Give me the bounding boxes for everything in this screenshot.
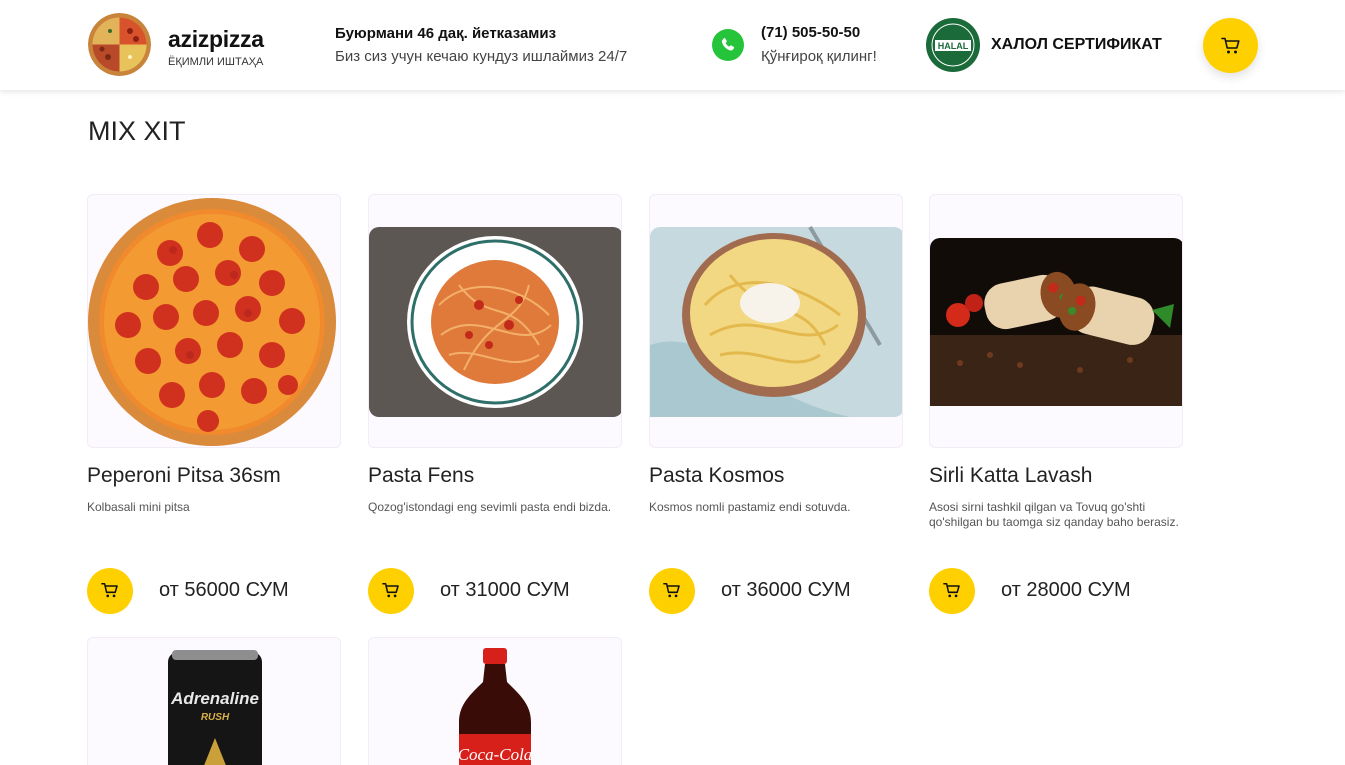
product-name[interactable]: Pasta Fens — [368, 464, 474, 488]
product-price: от 28000 СУМ — [1001, 579, 1131, 601]
product-description: Asosi sirni tashkil qilgan va Tovuq go's… — [929, 500, 1179, 529]
product-image[interactable]: Coca-Cola — [368, 637, 622, 765]
product-description: Kosmos nomli pastamiz endi sotuvda. — [649, 500, 851, 514]
brand-tagline: ЁҚИМЛИ ИШТАҲА — [168, 56, 264, 68]
cart-icon — [943, 582, 960, 598]
phone-call-label: Қўнғироқ қилинг! — [761, 48, 877, 65]
product-description: Qozog'istondagi eng sevimli pasta endi b… — [368, 500, 612, 514]
product-image[interactable] — [368, 194, 622, 448]
product-image[interactable]: Adrenaline RUSH — [87, 637, 341, 765]
halal-certificate-icon: HALAL — [926, 18, 980, 72]
cart-icon — [663, 582, 680, 598]
drink-brand-label: Adrenaline — [170, 689, 259, 708]
product-price: от 31000 СУМ — [440, 579, 570, 601]
add-to-cart-button[interactable] — [929, 568, 975, 614]
product-price: от 36000 СУМ — [721, 579, 851, 601]
product-name[interactable]: Pasta Kosmos — [649, 464, 784, 488]
product-name[interactable]: Peperoni Pitsa 36sm — [87, 464, 281, 488]
halal-badge-text: HALAL — [938, 41, 969, 51]
cart-icon — [382, 582, 399, 598]
site-header: azizpizza ЁҚИМЛИ ИШТАҲА Буюрмани 46 дақ.… — [0, 0, 1345, 90]
product-description: Kolbasali mini pitsa — [87, 500, 190, 514]
product-image[interactable] — [649, 194, 903, 448]
delivery-title: Буюрмани 46 дақ. йетказамиз — [335, 25, 557, 42]
product-name[interactable]: Sirli Katta Lavash — [929, 464, 1092, 488]
drink-sub-label: RUSH — [201, 712, 230, 723]
drink-brand-label: Coca-Cola — [458, 745, 533, 764]
add-to-cart-button[interactable] — [368, 568, 414, 614]
halal-certificate-label: ХАЛОЛ СЕРТИФИКАТ — [991, 36, 1162, 53]
product-price: от 56000 СУМ — [159, 579, 289, 601]
brand-name[interactable]: azizpizza — [168, 26, 264, 53]
cart-icon — [101, 582, 118, 598]
product-image[interactable] — [929, 194, 1183, 448]
section-title: MIX XIT — [88, 116, 186, 146]
add-to-cart-button[interactable] — [87, 568, 133, 614]
phone-number[interactable]: (71) 505-50-50 — [761, 24, 860, 41]
logo-pizza-image[interactable] — [88, 13, 151, 76]
cart-button[interactable] — [1203, 18, 1258, 73]
cart-icon — [1221, 37, 1240, 54]
product-image[interactable] — [87, 194, 341, 448]
phone-whatsapp-icon[interactable] — [712, 29, 744, 61]
delivery-subtitle: Биз сиз учун кечаю кундуз ишлаймиз 24/7 — [335, 48, 628, 65]
add-to-cart-button[interactable] — [649, 568, 695, 614]
